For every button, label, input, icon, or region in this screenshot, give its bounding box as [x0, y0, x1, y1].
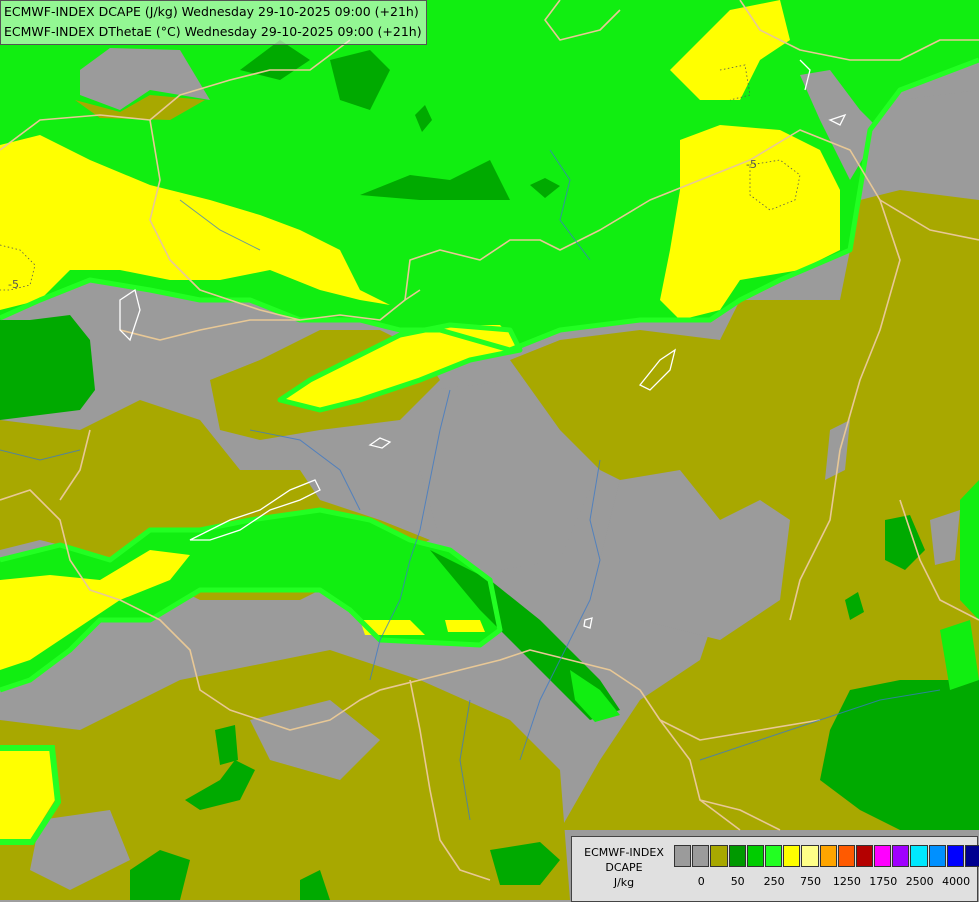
- legend-swatch: [910, 845, 928, 867]
- legend-swatch: [928, 845, 946, 867]
- legend-swatch: [892, 845, 910, 867]
- legend-tick-label: 250: [763, 875, 785, 888]
- color-legend: ECMWF-INDEX DCAPE J/kg 0 50 250 750 1250 1750…: [571, 836, 979, 902]
- map-title-box: ECMWF-INDEX DCAPE (J/kg) Wednesday 29-10…: [0, 0, 427, 45]
- legend-swatch: [855, 845, 874, 867]
- legend-swatch: [946, 845, 964, 867]
- legend-swatch: [692, 845, 710, 867]
- legend-tick-label: 1250: [832, 875, 861, 888]
- legend-tick-label: 1750: [869, 875, 898, 888]
- legend-swatch: [874, 845, 892, 867]
- legend-swatch: [837, 845, 855, 867]
- legend-swatch: [783, 845, 801, 867]
- contour-label-east: -5: [746, 158, 757, 171]
- legend-swatch: [965, 845, 979, 867]
- legend-swatch: [674, 845, 692, 867]
- yellow-patch-center-south-2: [445, 620, 485, 632]
- legend-model: ECMWF-INDEX: [584, 846, 664, 859]
- legend-tick-label: 750: [800, 875, 821, 888]
- title-dcape: ECMWF-INDEX DCAPE (J/kg) Wednesday 29-10…: [4, 4, 419, 19]
- legend-swatch: [728, 845, 746, 867]
- legend-swatch: [764, 845, 783, 867]
- dark-green-region-west: [0, 315, 95, 420]
- legend-unit: J/kg: [613, 876, 635, 889]
- legend-label: ECMWF-INDEX DCAPE J/kg: [576, 845, 672, 890]
- legend-swatch: [819, 845, 837, 867]
- legend-swatch: [801, 845, 819, 867]
- legend-tick-label: 50: [730, 875, 745, 888]
- legend-tick-label: 0: [697, 875, 705, 888]
- green-patch-east-edge: [960, 480, 979, 620]
- legend-ticks: 0 50 250 750 1250 1750 2500 4000: [674, 875, 974, 889]
- legend-swatch: [710, 845, 728, 867]
- dcape-map: -5 -5: [0, 0, 979, 900]
- legend-param: DCAPE: [605, 861, 643, 874]
- legend-tick-label: 2500: [905, 875, 934, 888]
- legend-swatches: [674, 845, 979, 867]
- legend-tick-label: 4000: [942, 875, 971, 888]
- title-dthetae: ECMWF-INDEX DThetaE (°C) Wednesday 29-10…: [4, 24, 422, 39]
- legend-swatch: [746, 845, 764, 867]
- contour-label-west: -5: [8, 278, 19, 291]
